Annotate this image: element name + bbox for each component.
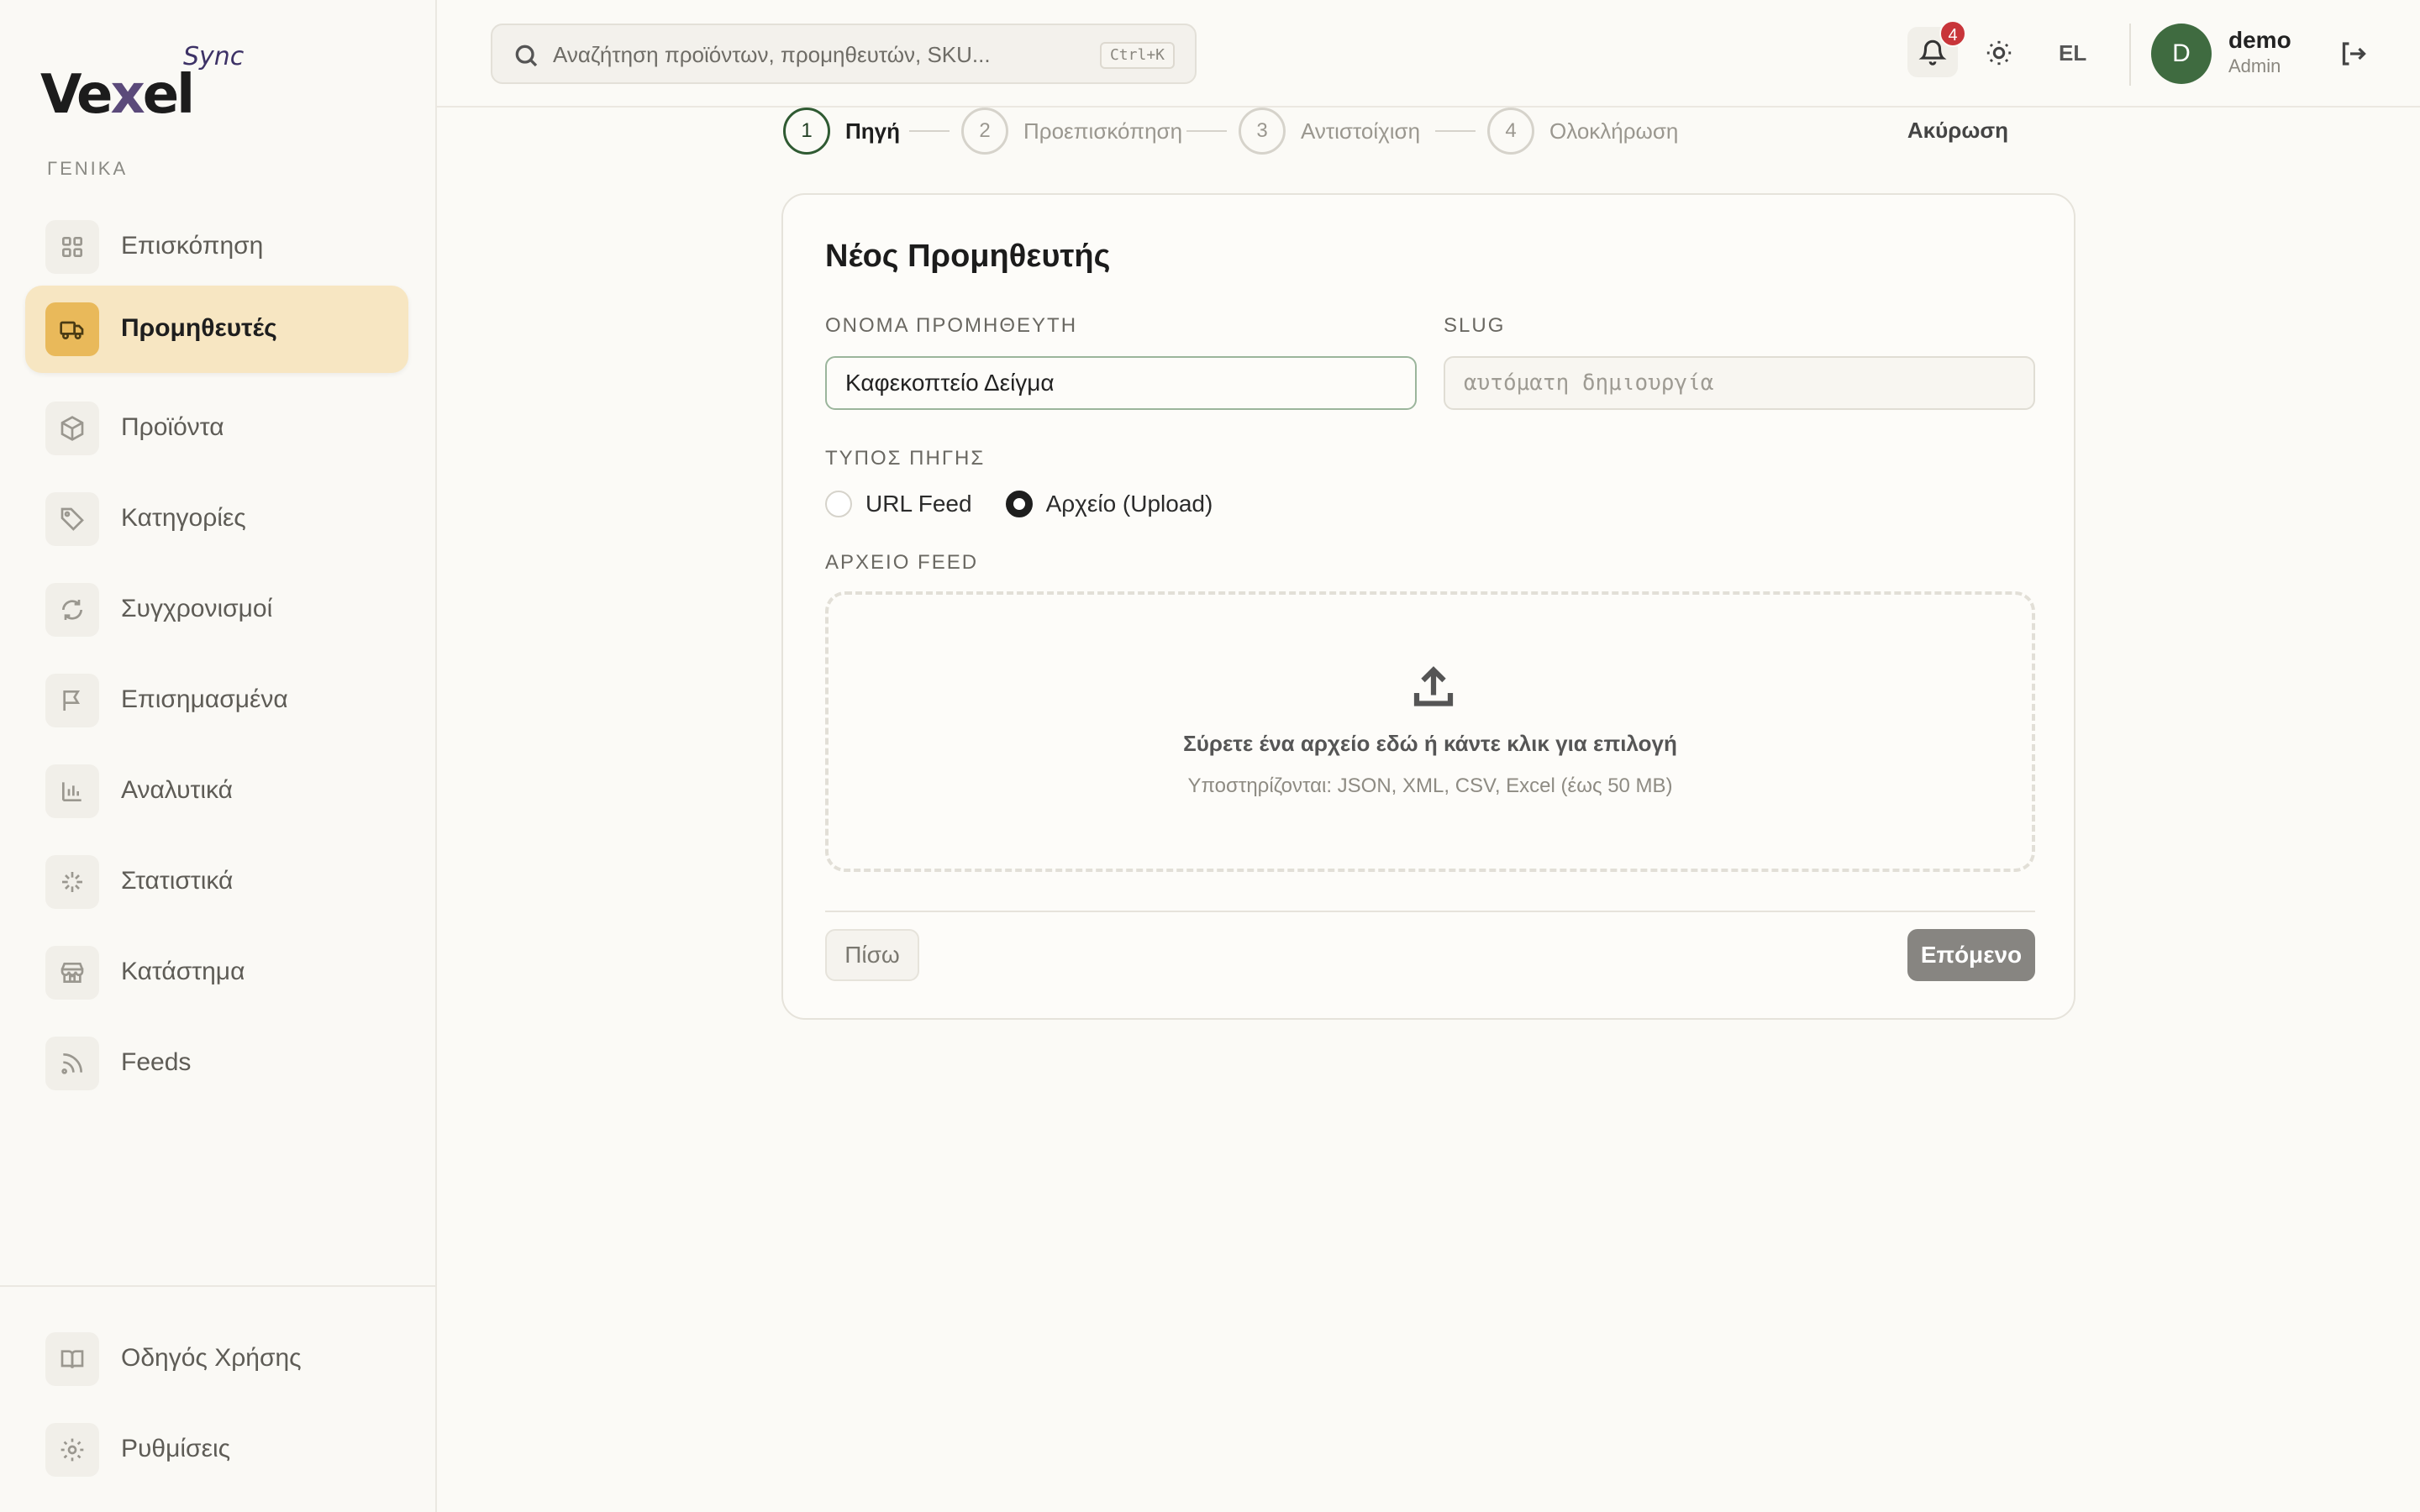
notifications-button[interactable]: 4 [1907,20,1966,77]
user-role: Admin [2228,55,2281,76]
wizard-stepper: 1 Πηγή 2 Προεπισκόπηση 3 Αντιστοίχιση 4 … [783,106,2060,158]
back-button[interactable]: Πίσω [825,929,919,981]
book-icon [45,1332,99,1386]
logout-button[interactable] [2338,39,2368,69]
slug-label: SLUG [1444,314,1506,337]
step-source[interactable]: 1 Πηγή [783,106,900,156]
step-mapping[interactable]: 3 Αντιστοίχιση [1239,106,1420,156]
sidebar-item-label: Ρυθμίσεις [121,1435,231,1462]
sidebar-item-flagged[interactable]: Επισημασμένα [25,648,408,736]
next-button[interactable]: Επόμενο [1907,929,2035,981]
radio-label: Αρχείο (Upload) [1045,491,1213,517]
step-number: 2 [961,108,1008,155]
cancel-button[interactable]: Ακύρωση [1907,118,2008,144]
box-icon [45,402,99,455]
sidebar-item-overview[interactable]: Επισκόπηση [25,195,408,282]
card-divider [825,911,2035,912]
upload-icon [1413,666,1454,706]
search-input[interactable]: Αναζήτηση προϊόντων, προμηθευτών, SKU...… [491,24,1197,84]
step-label: Προεπισκόπηση [1023,118,1183,144]
step-preview[interactable]: 2 Προεπισκόπηση [961,106,1182,156]
search-shortcut: Ctrl+K [1099,42,1175,69]
rss-icon [45,1037,99,1090]
step-label: Ολοκλήρωση [1549,118,1679,144]
topbar: Αναζήτηση προϊόντων, προμηθευτών, SKU...… [437,0,2420,108]
sidebar-item-label: Αναλυτικά [121,776,233,804]
dropzone-title: Σύρετε ένα αρχείο εδώ ή κάντε κλικ για ε… [1183,731,1677,756]
search-placeholder: Αναζήτηση προϊόντων, προμηθευτών, SKU... [553,42,991,67]
supplier-name-field[interactable]: Καφεκοπτείο Δείγμα [825,356,1417,410]
step-label: Πηγή [845,118,900,144]
sidebar-item-label: Κατάστημα [121,958,245,985]
sidebar-item-label: Προμηθευτές [121,314,277,342]
sidebar-item-label: Επισημασμένα [121,685,288,713]
flag-icon [45,674,99,727]
sidebar-item-label: Κατηγορίες [121,504,246,532]
sparkle-icon [45,855,99,909]
step-complete[interactable]: 4 Ολοκλήρωση [1487,106,1678,156]
dropzone-hint: Υποστηρίζονται: JSON, XML, CSV, Excel (έ… [1187,774,1673,797]
source-type-label: ΤΥΠΟΣ ΠΗΓΗΣ [825,447,986,470]
sidebar-item-label: Feeds [121,1048,192,1076]
refresh-icon [45,583,99,637]
notification-badge: 4 [1939,20,1966,47]
avatar[interactable]: D [2151,24,2212,84]
sidebar-item-analytics[interactable]: Αναλυτικά [25,739,408,827]
topbar-divider [2129,24,2131,86]
step-number: 3 [1239,108,1286,155]
grid-icon [45,220,99,274]
sidebar-divider [0,1285,435,1287]
radio-label: URL Feed [865,491,972,517]
sidebar-item-label: Οδηγός Χρήσης [121,1344,302,1372]
bar-chart-icon [45,764,99,818]
brand-name: Vexel [40,64,195,126]
sidebar-item-user-guide[interactable]: Οδηγός Χρήσης [25,1307,408,1394]
sidebar-item-label: Επισκόπηση [121,232,264,260]
logout-icon [2342,42,2366,66]
sidebar-item-feeds[interactable]: Feeds [25,1011,408,1099]
radio-dot [825,491,852,517]
source-type-radio-group: URL Feed Αρχείο (Upload) [825,487,1246,521]
truck-icon [45,302,99,356]
gear-icon [45,1423,99,1477]
step-number: 4 [1487,108,1534,155]
sidebar-item-categories[interactable]: Κατηγορίες [25,467,408,554]
step-connector [1186,130,1227,132]
slug-field[interactable]: αυτόματη δημιουργία [1444,356,2035,410]
sidebar-item-settings[interactable]: Ρυθμίσεις [25,1398,408,1485]
file-feed-label: ΑΡΧΕΙΟ FEED [825,551,979,574]
brand-sync-label: Sync [183,42,245,71]
store-icon [45,946,99,1000]
user-name: demo [2228,27,2291,53]
supplier-name-label: ΟΝΟΜΑ ΠΡΟΜΗΘΕΥΤΗ [825,314,1078,337]
file-dropzone[interactable]: Σύρετε ένα αρχείο εδώ ή κάντε κλικ για ε… [825,591,2035,872]
language-switcher[interactable]: EL [2059,40,2086,66]
sidebar-item-label: Συγχρονισμοί [121,595,273,622]
sidebar-item-statistics[interactable]: Στατιστικά [25,830,408,917]
sidebar-item-products[interactable]: Προϊόντα [25,376,408,464]
radio-file-upload[interactable]: Αρχείο (Upload) [1005,491,1213,517]
sidebar-item-label: Στατιστικά [121,867,234,895]
sun-icon [1986,40,2012,66]
search-icon [515,45,538,67]
radio-url-feed[interactable]: URL Feed [825,491,972,517]
sidebar-item-label: Προϊόντα [121,413,224,441]
sidebar-item-store[interactable]: Κατάστημα [25,921,408,1008]
step-connector [909,130,950,132]
step-connector [1435,130,1476,132]
step-number: 1 [783,108,830,155]
step-label: Αντιστοίχιση [1301,118,1421,144]
page-title: Νέος Προμηθευτής [825,239,1111,274]
brand-logo[interactable]: Vexel Sync [40,42,259,126]
nav-section-label: ΓΕΝΙΚΑ [47,158,129,179]
radio-dot [1005,491,1033,517]
tag-icon [45,492,99,546]
sidebar-item-syncs[interactable]: Συγχρονισμοί [25,558,408,645]
theme-toggle[interactable] [1985,39,2013,67]
new-supplier-card: Νέος Προμηθευτής ΟΝΟΜΑ ΠΡΟΜΗΘΕΥΤΗ Καφεκο… [781,193,2075,1020]
sidebar-item-suppliers[interactable]: Προμηθευτές [25,286,408,373]
